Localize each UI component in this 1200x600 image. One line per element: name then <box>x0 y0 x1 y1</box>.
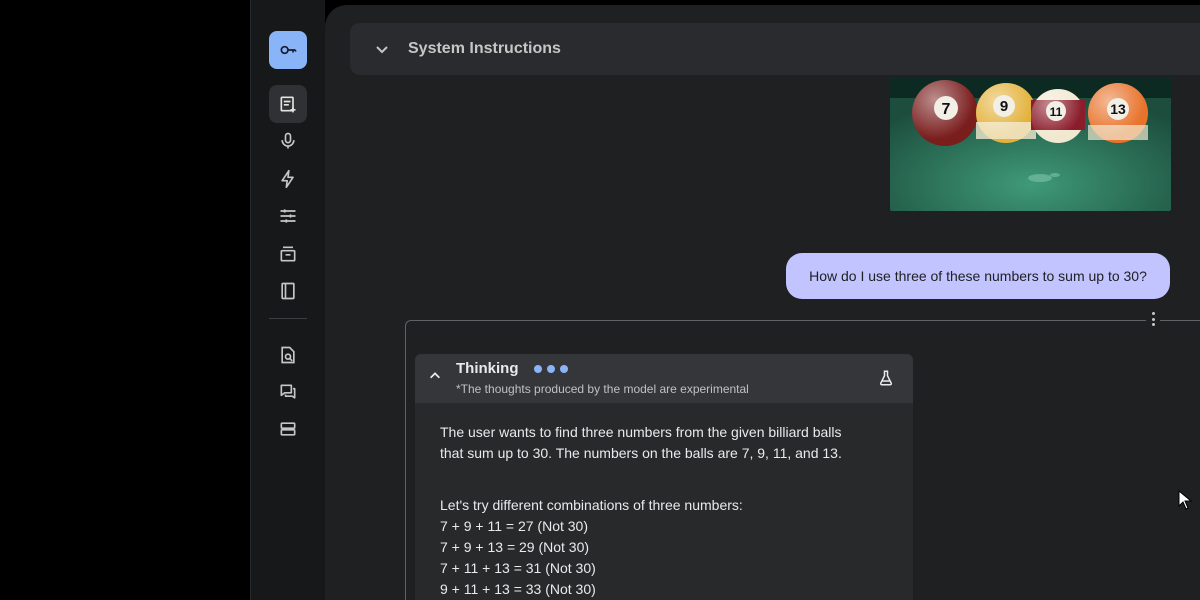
thinking-text-line: The user wants to find three numbers fro… <box>440 424 842 440</box>
system-instructions-title: System Instructions <box>408 40 561 57</box>
thinking-title: Thinking <box>456 360 519 377</box>
thinking-header[interactable]: Thinking *The thoughts produced by the m… <box>415 354 913 403</box>
mouse-cursor-icon <box>1178 490 1192 510</box>
thinking-text-line: that sum up to 30. The numbers on the ba… <box>440 445 842 461</box>
chat-icon[interactable] <box>269 373 307 411</box>
combination-line: 7 + 11 + 13 = 31 (Not 30) <box>440 560 596 576</box>
ball-9-label: 9 <box>1000 98 1008 115</box>
ball-11-label: 11 <box>1050 105 1063 119</box>
chevron-down-icon[interactable] <box>374 41 390 57</box>
rail-divider <box>269 318 307 319</box>
search-doc-icon[interactable] <box>269 336 307 374</box>
key-icon[interactable] <box>269 31 307 69</box>
new-prompt-icon[interactable] <box>269 85 307 123</box>
thinking-body: The user wants to find three numbers fro… <box>440 422 900 600</box>
combination-line: 7 + 9 + 11 = 27 (Not 30) <box>440 518 589 534</box>
combination-line: 7 + 9 + 13 = 29 (Not 30) <box>440 539 590 555</box>
library-icon[interactable] <box>269 272 307 310</box>
mic-icon[interactable] <box>269 122 307 160</box>
thinking-subtitle: *The thoughts produced by the model are … <box>456 382 749 396</box>
billiard-balls-image[interactable]: 7 9 11 13 <box>890 78 1171 211</box>
tune-icon[interactable] <box>269 197 307 235</box>
lightning-icon[interactable] <box>269 160 307 198</box>
thinking-dots-icon <box>534 365 568 373</box>
system-instructions-bar[interactable]: System Instructions <box>350 23 1200 75</box>
more-options-icon[interactable] <box>1146 310 1160 328</box>
thinking-intro: Let's try different combinations of thre… <box>440 497 743 513</box>
ball-13-label: 13 <box>1110 101 1126 117</box>
user-message-bubble: How do I use three of these numbers to s… <box>786 253 1170 299</box>
side-rail <box>250 0 325 600</box>
letterbox-left <box>0 0 250 600</box>
thinking-panel: Thinking *The thoughts produced by the m… <box>415 354 913 600</box>
flask-icon <box>879 370 893 386</box>
archive-icon[interactable] <box>269 235 307 273</box>
combination-line: 9 + 11 + 13 = 33 (Not 30) <box>440 581 596 597</box>
chevron-up-icon[interactable] <box>428 369 442 383</box>
storage-icon[interactable] <box>269 410 307 448</box>
ball-7-label: 7 <box>942 101 951 118</box>
